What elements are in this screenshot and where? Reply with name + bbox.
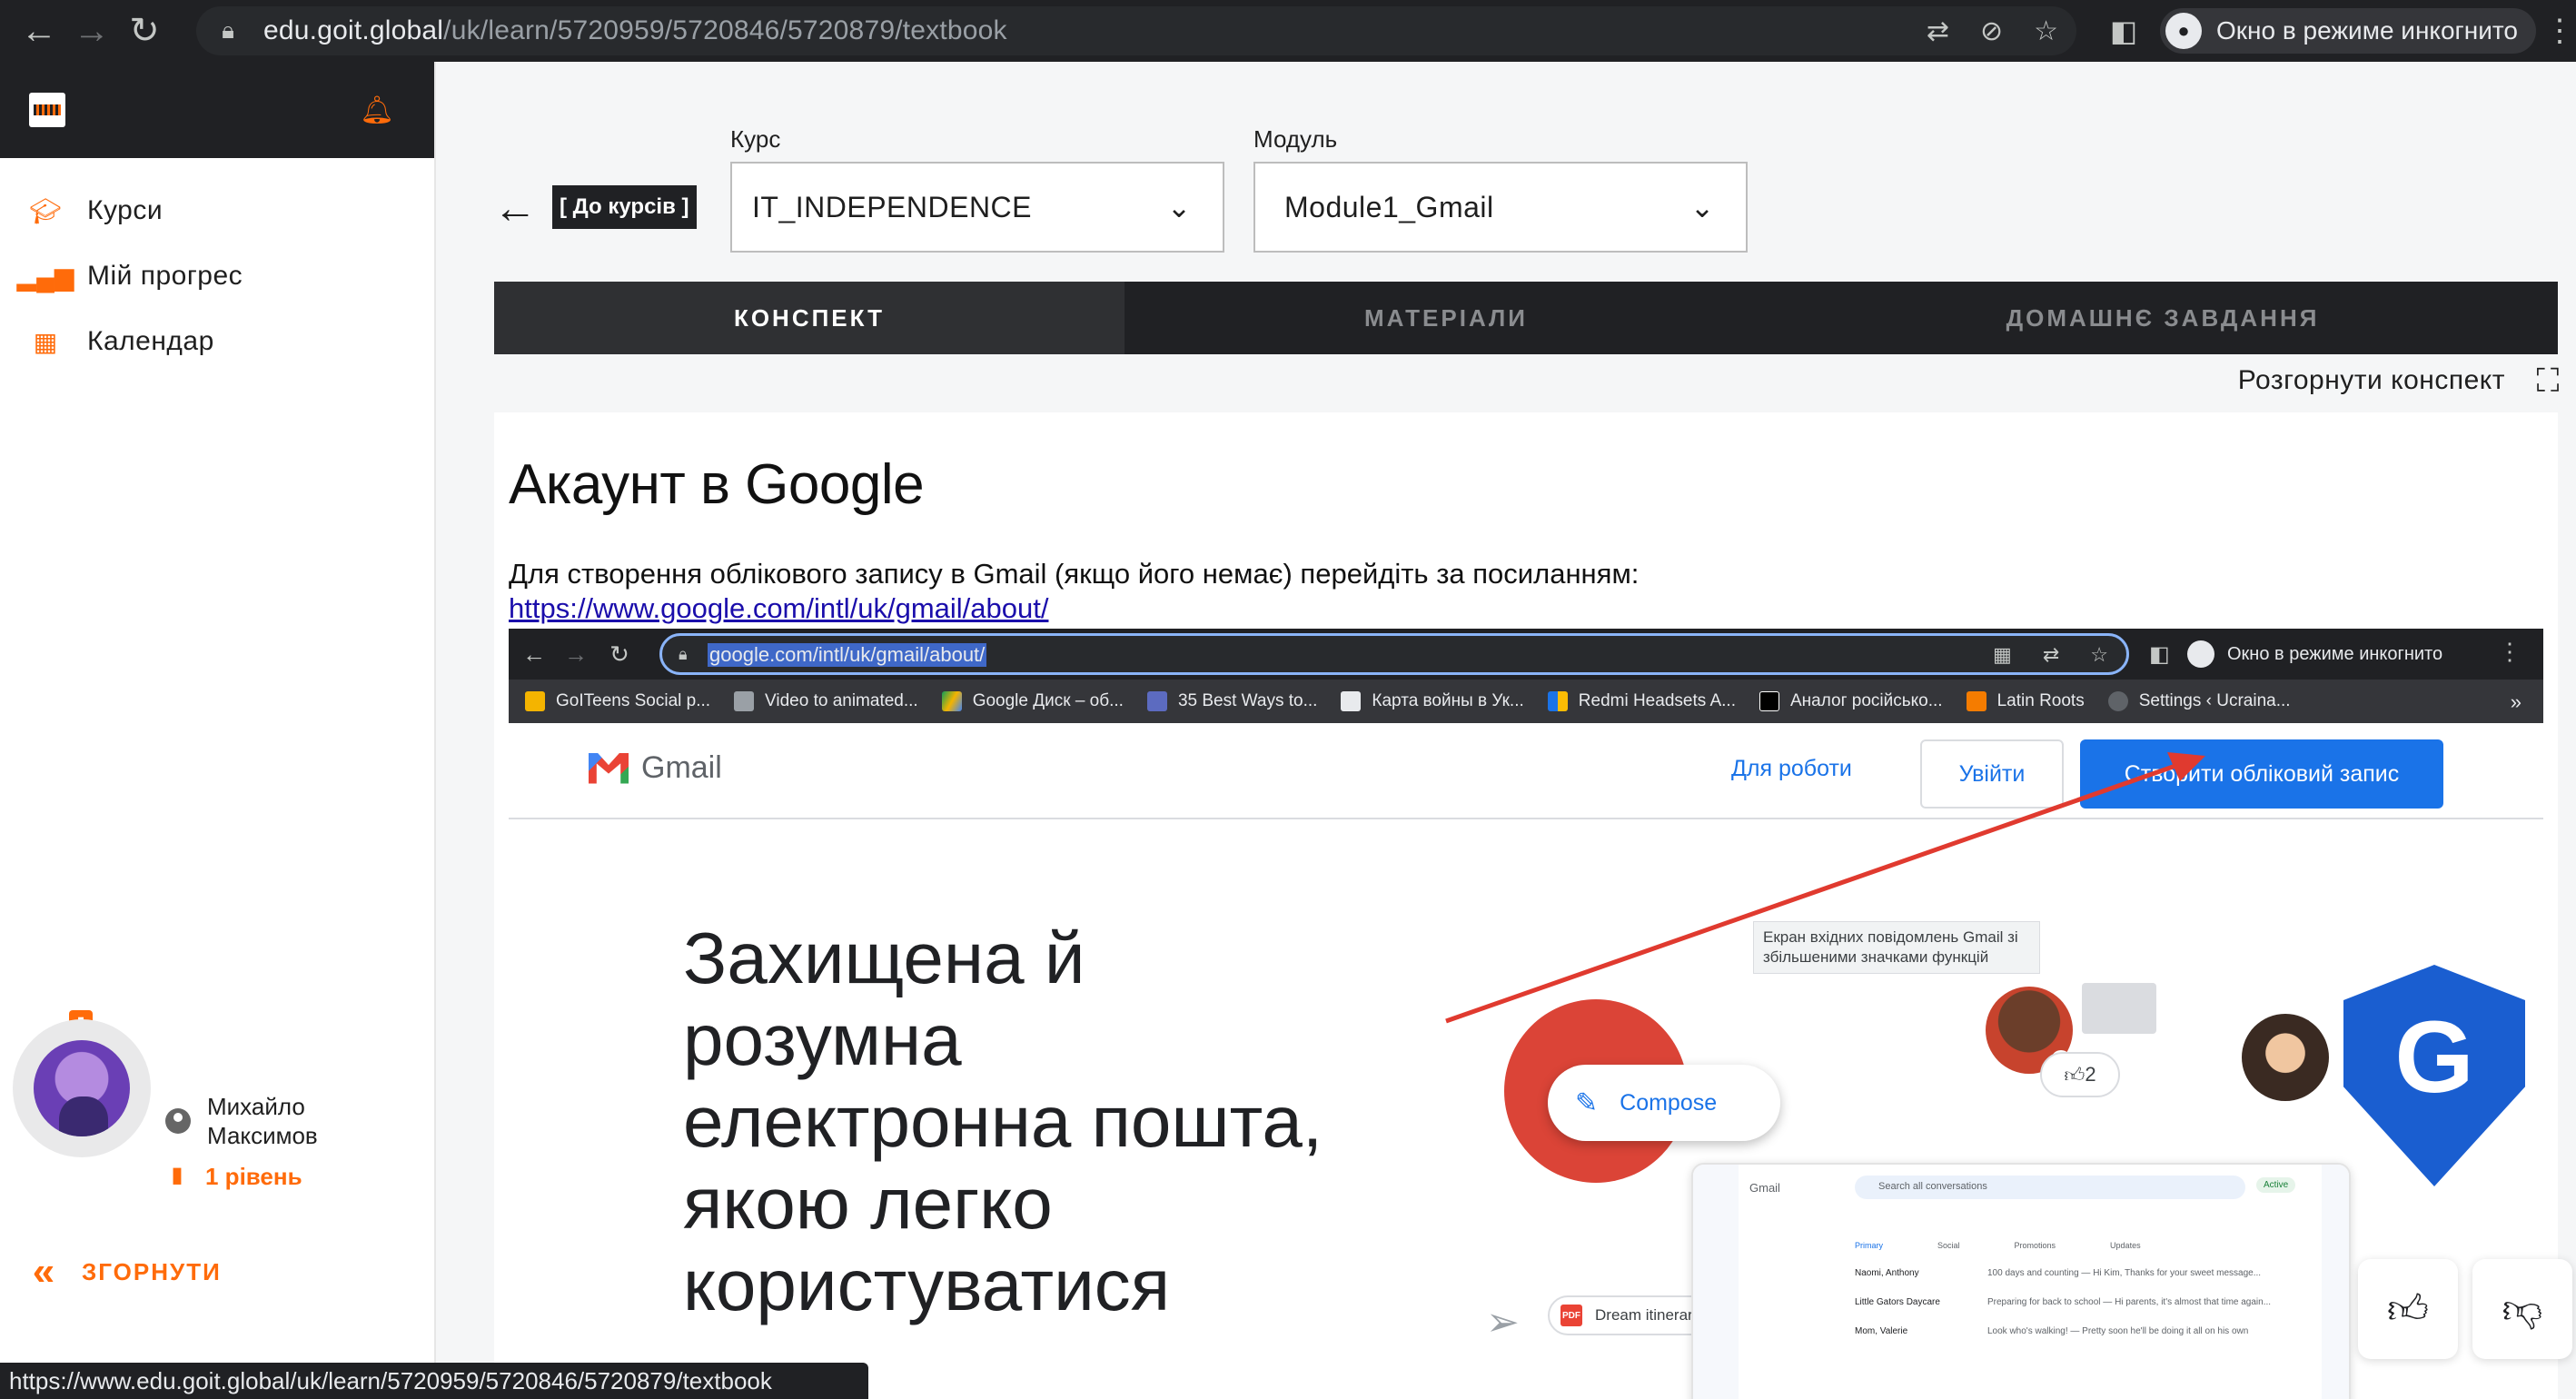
thumbs-down-button[interactable]: 👎︎: [2472, 1259, 2572, 1359]
lock-icon[interactable]: 🔒︎: [214, 16, 242, 45]
textbook-content: Акаунт в Google Для створення облікового…: [494, 412, 2558, 1399]
url-host: edu.goit.global: [263, 15, 444, 45]
bar-chart-icon: ▂▄▆: [16, 262, 74, 291]
eye-off-icon[interactable]: ⊘: [1980, 15, 2003, 47]
back-arrow-icon[interactable]: ←: [493, 184, 537, 233]
chevron-down-icon: ⌄: [1689, 191, 1715, 223]
user-icon: [165, 1108, 191, 1134]
url-text[interactable]: edu.goit.global/uk/learn/5720959/5720846…: [263, 15, 1007, 46]
module-select-label: Модуль: [1253, 125, 1338, 153]
thumbs-up-button[interactable]: 👍︎: [2358, 1259, 2458, 1359]
more-menu-icon[interactable]: ⋮: [2544, 9, 2575, 53]
sidebar-item-label: Мій прогрес: [87, 261, 243, 291]
side-panel-icon[interactable]: ◧: [2105, 13, 2142, 49]
main-area: ← [ До курсів ] Курс IT_INDEPENDENCE ⌄ М…: [438, 62, 2576, 1399]
course-select-label: Курс: [730, 125, 781, 153]
address-bar[interactable]: 🔒︎ edu.goit.global/uk/learn/5720959/5720…: [196, 6, 2076, 55]
avatar-ring[interactable]: [13, 1019, 151, 1157]
content-title: Акаунт в Google: [509, 453, 925, 516]
red-arrow-annotation: [1445, 752, 2205, 1024]
module-select-value: Module1_Gmail: [1284, 190, 1494, 223]
gmail-about-link[interactable]: https://www.google.com/intl/uk/gmail/abo…: [509, 592, 1048, 625]
sidebar-menu: 🎓︎ Курси ▂▄▆ Мій прогрес ▦ Календар: [0, 158, 434, 374]
back-to-courses-button[interactable]: [ До курсів ]: [552, 185, 697, 229]
tab-bar: КОНСПЕКТ МАТЕРІАЛИ ДОМАШНЄ ЗАВДАННЯ: [494, 282, 2558, 354]
tab-notes[interactable]: КОНСПЕКТ: [494, 282, 1125, 354]
tab-homework[interactable]: ДОМАШНЄ ЗАВДАННЯ: [1768, 282, 2558, 354]
incognito-indicator[interactable]: ● Окно в режиме инкогнито: [2160, 8, 2536, 54]
translate-icon[interactable]: ⇄: [1927, 15, 1949, 47]
reload-icon[interactable]: ↻: [118, 5, 171, 57]
sidebar-item-progress[interactable]: ▂▄▆ Мій прогрес: [0, 243, 434, 309]
goit-logo[interactable]: [29, 93, 65, 127]
forward-arrow-icon[interactable]: →: [65, 5, 118, 57]
sidebar-item-calendar[interactable]: ▦ Календар: [0, 309, 434, 374]
profile-level: 1 рівень: [205, 1163, 302, 1190]
fullscreen-icon: ⛶: [2536, 361, 2560, 399]
module-select[interactable]: Module1_Gmail ⌄: [1253, 162, 1748, 253]
thumbs-down-icon: 👎︎: [2502, 1286, 2543, 1332]
expand-notes-button[interactable]: Розгорнути конспект ⛶: [2237, 361, 2565, 399]
chevron-down-icon: ⌄: [1166, 191, 1192, 223]
sidebar-header: 🔔︎: [0, 62, 434, 158]
star-icon[interactable]: ☆: [2034, 15, 2058, 47]
back-arrow-icon[interactable]: ←: [13, 5, 65, 57]
incognito-label: Окно в режиме инкогнито: [2216, 16, 2518, 45]
tab-materials[interactable]: МАТЕРІАЛИ: [1125, 282, 1768, 354]
double-chevron-left-icon: «: [32, 1249, 55, 1294]
status-bar-url: https://www.edu.goit.global/uk/learn/572…: [0, 1363, 868, 1399]
course-select[interactable]: IT_INDEPENDENCE ⌄: [730, 162, 1224, 253]
content-paragraph: Для створення облікового запису в Gmail …: [509, 558, 1640, 590]
url-path: /uk/learn/5720959/5720846/5720879/textbo…: [443, 15, 1007, 45]
sidebar-item-label: Календар: [87, 326, 214, 356]
incognito-icon: ●: [2165, 13, 2202, 49]
collapse-label: ЗГОРНУТИ: [82, 1257, 222, 1285]
sidebar-item-label: Курси: [87, 195, 163, 225]
user-profile: ▮ Михайло Максимов ▮ 1 рівень: [0, 979, 436, 1190]
bell-icon[interactable]: 🔔︎: [360, 94, 394, 125]
graduation-cap-icon: 🎓︎: [29, 196, 62, 225]
calendar-icon: ▦: [33, 327, 58, 356]
browser-toolbar: ← → ↻ 🔒︎ edu.goit.global/uk/learn/572095…: [0, 0, 2576, 62]
arrow-line: [1445, 762, 2179, 1024]
course-select-value: IT_INDEPENDENCE: [752, 190, 1032, 223]
expand-notes-label: Розгорнути конспект: [2237, 365, 2505, 395]
thumbs-up-icon: 👍︎: [2387, 1286, 2429, 1332]
collapse-sidebar-button[interactable]: « ЗГОРНУТИ: [25, 1249, 222, 1294]
sidebar-item-courses[interactable]: 🎓︎ Курси: [0, 178, 434, 243]
profile-name: Михайло Максимов: [207, 1093, 318, 1149]
embedded-screenshot: ← → ↻ 🔒︎ google.com/intl/uk/gmail/about/…: [509, 629, 2543, 1399]
sidebar: 🔔︎ 🎓︎ Курси ▂▄▆ Мій прогрес ▦ Календар ▮…: [0, 62, 436, 1399]
avatar: [34, 1040, 130, 1136]
level-chart-icon: ▮: [171, 1163, 183, 1187]
